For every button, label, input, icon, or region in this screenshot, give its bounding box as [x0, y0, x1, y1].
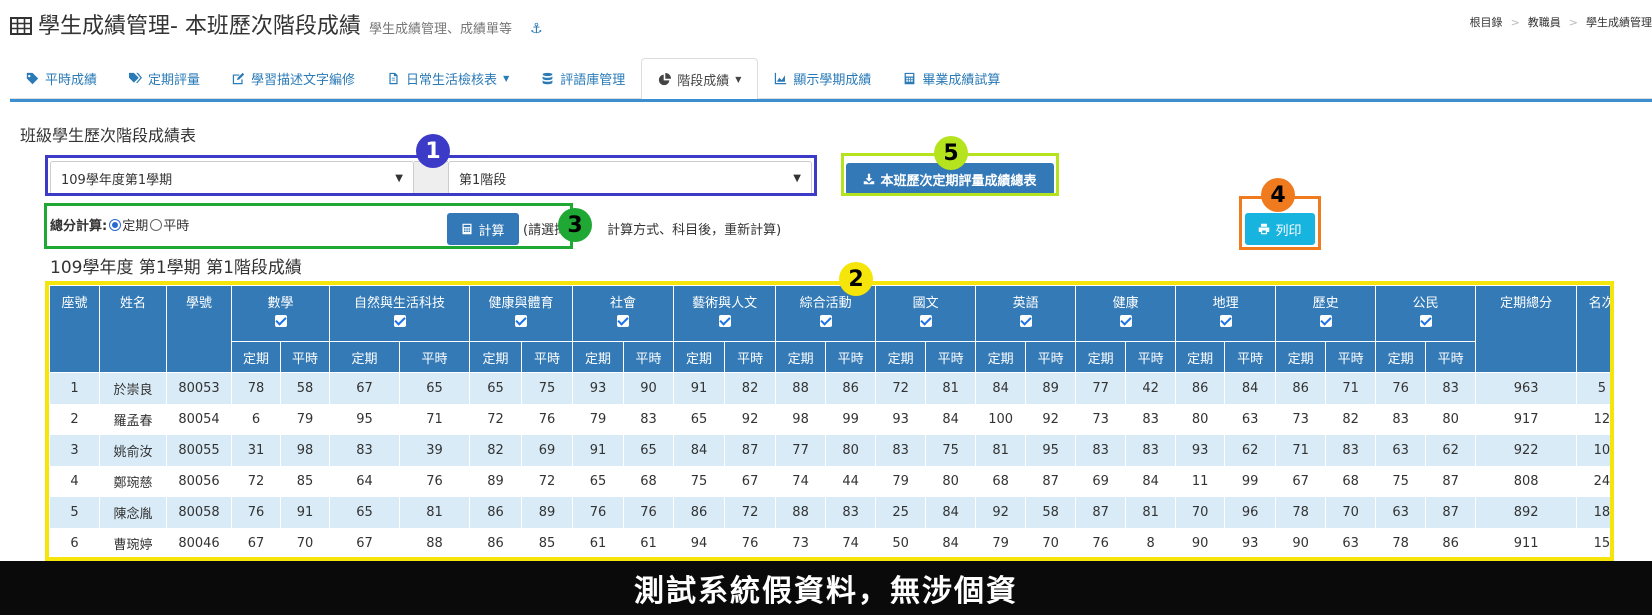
- tab-label: 評語庫管理: [560, 73, 626, 88]
- disclaimer-banner: 測試系統假資料，無涉個資: [0, 561, 1652, 615]
- tab-label: 學習描述文字編修: [251, 73, 356, 88]
- annotation-badge-3: 3: [558, 208, 592, 242]
- tab-label: 平時成績: [45, 73, 98, 88]
- table-icon: [10, 17, 32, 35]
- pie-chart-icon: [659, 72, 672, 85]
- annotation-badge-4: 4: [1261, 178, 1295, 212]
- period-title: 109學年度 第1學期 第1階段成績: [50, 258, 302, 278]
- annotation-badge-5: 5: [934, 136, 968, 170]
- breadcrumb: 根目錄 > 教職員 > 學生成績管理: [1469, 16, 1652, 29]
- calc-hint-end: 計算方式、科目後，重新計算): [607, 223, 782, 238]
- breadcrumb-grades[interactable]: 學生成績管理: [1586, 16, 1652, 29]
- tab-content-divider: [10, 99, 1652, 102]
- database-icon: [542, 72, 553, 85]
- tab-periodic-exam[interactable]: 定期評量: [113, 58, 216, 99]
- page-subtitle: 學生成績管理、成績單等: [368, 22, 512, 37]
- tab-graduation-calc[interactable]: 畢業成績試算: [887, 58, 1016, 99]
- tab-label: 定期評量: [148, 73, 201, 88]
- edit-icon: [232, 72, 245, 85]
- annotation-badge-2: 2: [839, 262, 873, 296]
- tab-semester-scores[interactable]: 顯示學期成績: [758, 58, 887, 99]
- tab-regular-scores[interactable]: 平時成績: [10, 58, 113, 99]
- chevron-down-icon: ▼: [735, 74, 742, 84]
- annotation-box-3: [44, 203, 573, 249]
- header: 學生成績管理- 本班歷次階段成績 學生成績管理、成績單等 ⚓ 根目錄 > 教職員 > 學生成…: [0, 0, 1652, 50]
- tab-daily-checklist[interactable]: 日常生活檢核表 ▼: [371, 58, 525, 99]
- tab-label: 日常生活檢核表: [406, 73, 498, 88]
- tab-label: 畢業成績試算: [922, 73, 1001, 88]
- tag-icon: [26, 72, 39, 85]
- tab-stage-scores[interactable]: 階段成績 ▼: [641, 58, 759, 100]
- calculator-icon: [905, 72, 915, 85]
- annotation-box-2: [45, 281, 1614, 561]
- tab-label: 階段成績: [677, 73, 730, 89]
- tab-comment-bank[interactable]: 評語庫管理: [525, 58, 641, 99]
- breadcrumb-staff[interactable]: 教職員: [1528, 16, 1561, 29]
- breadcrumb-root[interactable]: 根目錄: [1470, 16, 1503, 29]
- page: 學生成績管理- 本班歷次階段成績 學生成績管理、成績單等 ⚓ 根目錄 > 教職員 > 學生成…: [0, 0, 1652, 615]
- annotation-badge-1: 1: [416, 134, 450, 168]
- file-icon: [389, 72, 398, 85]
- chevron-down-icon: ▼: [503, 74, 510, 83]
- tab-description-edit[interactable]: 學習描述文字編修: [216, 58, 371, 99]
- page-title: 學生成績管理- 本班歷次階段成績 學生成績管理、成績單等 ⚓: [10, 8, 543, 40]
- tags-icon: [129, 72, 143, 84]
- anchor-icon[interactable]: ⚓: [530, 21, 543, 37]
- tab-label: 顯示學期成績: [793, 73, 872, 88]
- area-chart-icon: [775, 72, 787, 85]
- title-text: 學生成績管理- 本班歷次階段成績: [38, 14, 361, 39]
- nav-tabs: 平時成績 定期評量 學習描述文字編修 日常生活檢核表 ▼ 評語庫管理 階段成績 …: [10, 58, 1652, 100]
- section-title: 班級學生歷次階段成績表: [20, 126, 197, 145]
